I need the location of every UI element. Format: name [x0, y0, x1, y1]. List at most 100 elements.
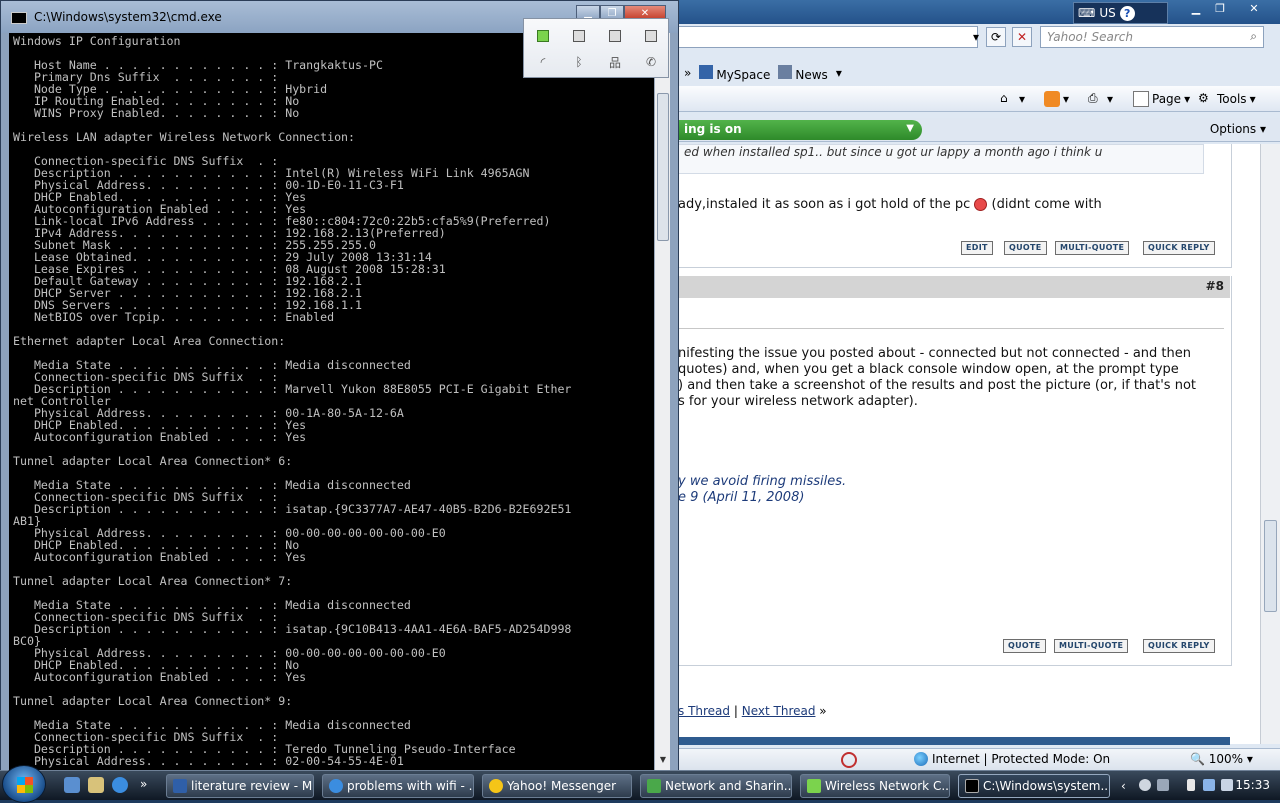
ie-icon	[329, 779, 343, 793]
chevron-down-icon[interactable]: ▾	[836, 66, 842, 80]
status-bar: Internet | Protected Mode: On 🔍 100% ▾	[678, 748, 1280, 770]
next-thread-link[interactable]: Next Thread	[742, 704, 816, 718]
taskbar-item[interactable]: Network and Sharin...	[640, 774, 792, 798]
taskbar-item[interactable]: problems with wifi - ...	[322, 774, 474, 798]
cmd-title: C:\Windows\system32\cmd.exe	[34, 10, 222, 24]
toggle-on-icon[interactable]	[532, 25, 554, 47]
myspace-icon	[699, 64, 714, 79]
yahoo-messenger-icon	[489, 779, 503, 793]
scrollbar-thumb[interactable]	[1264, 520, 1277, 612]
taskbar-item-label: Yahoo! Messenger	[507, 779, 617, 793]
maximize-button[interactable]: ❐	[1208, 0, 1232, 16]
start-button[interactable]	[2, 765, 46, 803]
address-bar[interactable]	[678, 26, 978, 48]
post-frame	[678, 144, 1232, 268]
page-icon	[1133, 91, 1149, 107]
windows-logo-icon	[17, 777, 33, 793]
network-tray-icon[interactable]	[1203, 779, 1215, 791]
link-myspace[interactable]: MySpace	[699, 64, 770, 82]
search-placeholder: Yahoo! Search	[1047, 30, 1133, 44]
address-dropdown-icon[interactable]: ▾	[966, 27, 986, 47]
post-frame	[678, 276, 1232, 666]
taskbar-item-label: literature review - M...	[191, 779, 314, 793]
nav-arrow: »	[819, 704, 827, 718]
link-news[interactable]: News	[778, 64, 828, 82]
switch-windows-icon[interactable]	[88, 777, 104, 793]
console-scrollbar[interactable]: ▲ ▼	[654, 33, 670, 771]
security-zone[interactable]: Internet | Protected Mode: On	[914, 752, 1110, 766]
footer-strip	[678, 737, 1230, 745]
taskbar-item[interactable]: Yahoo! Messenger	[482, 774, 632, 798]
stop-icon[interactable]: ✕	[1012, 27, 1032, 47]
clock[interactable]: 15:33	[1235, 778, 1270, 792]
scrollbar-thumb[interactable]	[657, 93, 669, 241]
show-desktop-icon[interactable]	[64, 777, 80, 793]
search-icon[interactable]: ⌕	[1250, 29, 1257, 44]
feeds-button[interactable]: ▾	[1044, 91, 1069, 107]
battery-icon[interactable]	[1187, 779, 1195, 791]
zoom-level: 100%	[1208, 752, 1244, 766]
home-button[interactable]: ⌂ ▾	[1000, 91, 1025, 107]
word-icon	[173, 779, 187, 793]
toggle-on-box	[537, 30, 549, 42]
network-flyout: ◜ ᛒ 品 ✆	[523, 18, 669, 78]
taskbar-item[interactable]: literature review - M...	[166, 774, 314, 798]
search-input[interactable]: Yahoo! Search ⌕	[1040, 26, 1264, 48]
wireless-signal-icon[interactable]: ◜	[532, 51, 554, 73]
volume-icon[interactable]	[1221, 779, 1233, 791]
page-content: ed when installed sp1.. but since u got …	[678, 144, 1260, 745]
close-button[interactable]: ✕	[1234, 0, 1274, 16]
console-output[interactable]: Windows IP Configuration Host Name . . .…	[9, 33, 654, 771]
zoom-icon: 🔍	[1190, 752, 1205, 766]
chevron-right-icon[interactable]: »	[684, 66, 691, 80]
taskbar-item[interactable]: Wireless Network C...	[800, 774, 950, 798]
tools-menu-label: Tools	[1217, 92, 1247, 106]
chevron-down-icon: ▾	[1063, 92, 1070, 106]
console-icon	[965, 779, 979, 793]
taskbar: » literature review - M... problems with…	[0, 765, 1280, 803]
rss-icon	[1044, 91, 1060, 107]
cmd-window: C:\Windows\system32\cmd.exe ▁ ❐ ✕ Window…	[0, 0, 679, 772]
links-bar: » MySpace News ▾	[678, 62, 1280, 84]
tray-icon[interactable]	[1157, 779, 1169, 791]
wireless-icon	[807, 779, 821, 793]
blocked-icon[interactable]	[841, 752, 857, 768]
status-pill[interactable]: ing is on ▼	[678, 120, 922, 140]
chevron-down-icon: ▾	[1249, 92, 1256, 106]
command-bar: ⌂ ▾ ▾ ⎙ ▾ Page ▾ ⚙ Tools ▾	[678, 86, 1280, 112]
thread-navigation: s Thread | Next Thread »	[678, 704, 827, 718]
taskbar-item-label: Wireless Network C...	[825, 779, 950, 793]
chevron-down-icon: ▾	[1107, 92, 1114, 106]
taskbar-item-label: Network and Sharin...	[665, 779, 792, 793]
toggle-box	[573, 30, 585, 42]
printer-icon: ⎙	[1088, 91, 1098, 105]
toggle-icon[interactable]	[604, 25, 626, 47]
taskbar-item[interactable]: C:\Windows\system...	[958, 774, 1110, 798]
page-menu[interactable]: Page ▾	[1133, 91, 1190, 107]
console-text: Windows IP Configuration Host Name . . .…	[13, 34, 572, 768]
toggle-icon[interactable]	[640, 25, 662, 47]
chevron-left-icon[interactable]: ‹	[1121, 779, 1133, 793]
network-icon[interactable]: 品	[604, 51, 626, 73]
info-bar: ing is on ▼ Options ▾	[678, 118, 1280, 142]
help-icon[interactable]: ?	[1119, 5, 1135, 21]
bluetooth-icon[interactable]: ᛒ	[568, 51, 590, 73]
console-icon	[11, 12, 27, 24]
taskbar-item-label: C:\Windows\system...	[983, 779, 1110, 793]
scroll-down-icon[interactable]: ▼	[655, 755, 671, 769]
chevron-right-icon[interactable]: »	[140, 777, 156, 793]
refresh-icon[interactable]: ⟳	[986, 27, 1006, 47]
tools-menu[interactable]: ⚙ Tools ▾	[1198, 91, 1256, 107]
print-button[interactable]: ⎙ ▾	[1088, 91, 1113, 107]
options-menu[interactable]: Options ▾	[1210, 122, 1266, 136]
toggle-icon[interactable]	[568, 25, 590, 47]
ie-icon[interactable]	[112, 777, 128, 793]
language-bar[interactable]: ⌨ US ?	[1073, 2, 1168, 24]
tray-icon[interactable]	[1139, 779, 1151, 791]
options-label: Options	[1209, 122, 1257, 136]
zoom-control[interactable]: 🔍 100% ▾	[1190, 752, 1253, 766]
page-scrollbar[interactable]	[1260, 144, 1280, 744]
previous-thread-link[interactable]: s Thread	[678, 704, 730, 718]
phone-icon[interactable]: ✆	[640, 51, 662, 73]
minimize-button[interactable]: ▁	[1184, 0, 1208, 16]
